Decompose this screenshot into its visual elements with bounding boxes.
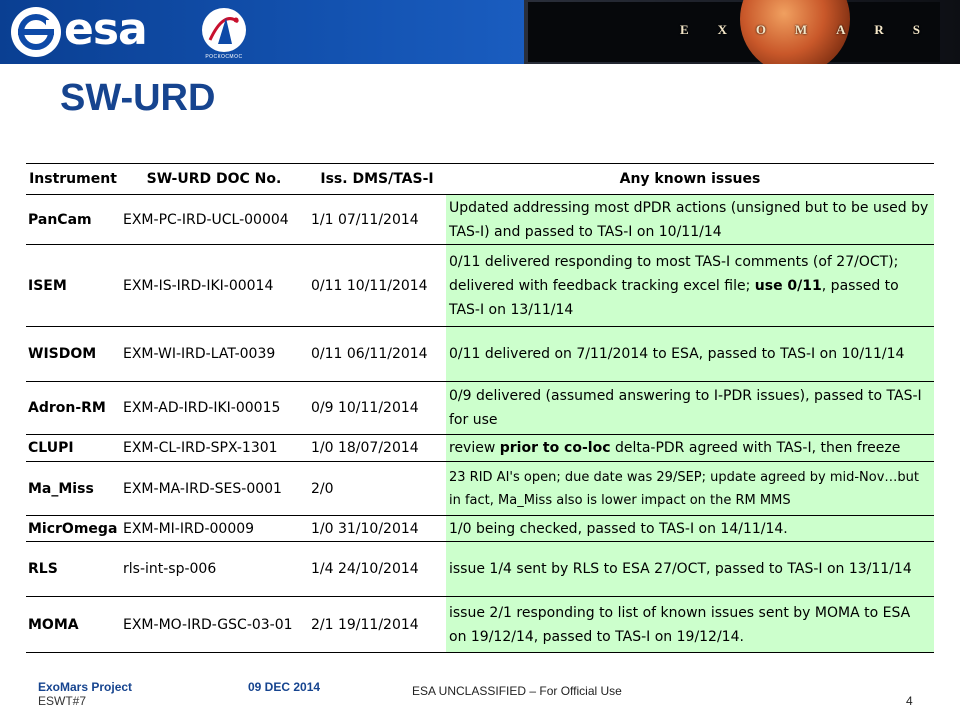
instrument-cell: PanCam bbox=[26, 194, 120, 245]
table-row: RLS rls-int-sp-006 1/4 24/10/2014 issue … bbox=[26, 541, 934, 597]
table-row: ISEM EXM-IS-IRD-IKI-00014 0/11 10/11/201… bbox=[26, 244, 934, 327]
doc-number-cell: EXM-MI-IRD-00009 bbox=[120, 515, 308, 542]
exomars-letter: S bbox=[912, 22, 920, 37]
page-number: 4 bbox=[906, 694, 913, 708]
sw-urd-table: Instrument SW-URD DOC No. Iss. DMS/TAS-I… bbox=[26, 163, 934, 653]
issue-date-cell: 0/9 10/11/2014 bbox=[308, 381, 446, 435]
issue-text: delta-PDR agreed with TAS-I, then freeze bbox=[610, 440, 901, 456]
instrument-cell: MOMA bbox=[26, 596, 120, 653]
known-issues-cell: 1/0 being checked, passed to TAS-I on 14… bbox=[446, 515, 934, 542]
exomars-letter: M bbox=[794, 22, 808, 37]
table-row: Adron-RM EXM-AD-IRD-IKI-00015 0/9 10/11/… bbox=[26, 381, 934, 435]
table-header-row: Instrument SW-URD DOC No. Iss. DMS/TAS-I… bbox=[26, 163, 934, 195]
table-row: PanCam EXM-PC-IRD-UCL-00004 1/1 07/11/20… bbox=[26, 194, 934, 245]
table-row: MicrOmega EXM-MI-IRD-00009 1/0 31/10/201… bbox=[26, 515, 934, 542]
table-row: MOMA EXM-MO-IRD-GSC-03-01 2/1 19/11/2014… bbox=[26, 596, 934, 653]
roscosmos-text: РОСКОСМОС bbox=[205, 54, 243, 60]
column-header-doc-no: SW-URD DOC No. bbox=[120, 163, 308, 195]
issue-date-cell: 2/1 19/11/2014 bbox=[308, 596, 446, 653]
exomars-letter: E bbox=[680, 22, 689, 37]
footer-date: 09 DEC 2014 bbox=[248, 680, 321, 694]
esa-logo-icon bbox=[11, 7, 61, 57]
issue-text-bold: prior to co-loc bbox=[499, 440, 611, 456]
issue-date-cell: 1/1 07/11/2014 bbox=[308, 194, 446, 245]
doc-number-cell: EXM-WI-IRD-LAT-0039 bbox=[120, 326, 308, 382]
known-issues-cell: issue 1/4 sent by RLS to ESA 27/OCT, pas… bbox=[446, 541, 934, 597]
column-header-issue: Iss. DMS/TAS-I bbox=[308, 163, 446, 195]
doc-number-cell: rls-int-sp-006 bbox=[120, 541, 308, 597]
roscosmos-logo-icon bbox=[202, 8, 246, 52]
instrument-cell: RLS bbox=[26, 541, 120, 597]
header-banner: esa РОСКОСМОС E X O M A R S bbox=[0, 0, 960, 64]
known-issues-cell: 23 RID AI's open; due date was 29/SEP; u… bbox=[446, 461, 934, 516]
issue-text-bold: use 0/11 bbox=[754, 277, 822, 294]
known-issues-cell: issue 2/1 responding to list of known is… bbox=[446, 596, 934, 653]
known-issues-cell: Updated addressing most dPDR actions (un… bbox=[446, 194, 934, 245]
issue-text: review bbox=[449, 440, 500, 456]
slide-title: SW-URD bbox=[60, 77, 216, 119]
known-issues-cell: review prior to co-loc delta-PDR agreed … bbox=[446, 434, 934, 462]
known-issues-cell: 0/11 delivered on 7/11/2014 to ESA, pass… bbox=[446, 326, 934, 382]
known-issues-cell: 0/11 delivered responding to most TAS-I … bbox=[446, 244, 934, 327]
instrument-cell: ISEM bbox=[26, 244, 120, 327]
column-header-instrument: Instrument bbox=[26, 163, 120, 195]
doc-number-cell: EXM-CL-IRD-SPX-1301 bbox=[120, 434, 308, 462]
issue-date-cell: 1/4 24/10/2014 bbox=[308, 541, 446, 597]
issue-date-cell: 1/0 31/10/2014 bbox=[308, 515, 446, 542]
exomars-wordmark: E X O M A R S bbox=[680, 22, 920, 48]
exomars-letter: R bbox=[874, 22, 884, 37]
instrument-cell: MicrOmega bbox=[26, 515, 120, 542]
issue-date-cell: 1/0 18/07/2014 bbox=[308, 434, 446, 462]
instrument-cell: WISDOM bbox=[26, 326, 120, 382]
instrument-cell: Adron-RM bbox=[26, 381, 120, 435]
doc-number-cell: EXM-PC-IRD-UCL-00004 bbox=[120, 194, 308, 245]
doc-number-cell: EXM-MA-IRD-SES-0001 bbox=[120, 461, 308, 516]
doc-number-cell: EXM-AD-IRD-IKI-00015 bbox=[120, 381, 308, 435]
doc-number-cell: EXM-IS-IRD-IKI-00014 bbox=[120, 244, 308, 327]
table-row: WISDOM EXM-WI-IRD-LAT-0039 0/11 06/11/20… bbox=[26, 326, 934, 382]
issue-date-cell: 0/11 10/11/2014 bbox=[308, 244, 446, 327]
footer-project: ExoMars Project bbox=[38, 680, 133, 694]
known-issues-cell: 0/9 delivered (assumed answering to I-PD… bbox=[446, 381, 934, 435]
exomars-letter: X bbox=[717, 22, 727, 37]
issue-date-cell: 0/11 06/11/2014 bbox=[308, 326, 446, 382]
footer-meeting: ESWT#7 bbox=[38, 694, 87, 708]
exomars-letter: O bbox=[755, 22, 766, 37]
instrument-cell: Ma_Miss bbox=[26, 461, 120, 516]
issue-date-cell: 2/0 bbox=[308, 461, 446, 516]
esa-wordmark: esa bbox=[64, 4, 148, 55]
doc-number-cell: EXM-MO-IRD-GSC-03-01 bbox=[120, 596, 308, 653]
column-header-known-issues: Any known issues bbox=[446, 163, 934, 195]
table-row: CLUPI EXM-CL-IRD-SPX-1301 1/0 18/07/2014… bbox=[26, 434, 934, 462]
footer-classification: ESA UNCLASSIFIED – For Official Use bbox=[412, 684, 622, 698]
table-row: Ma_Miss EXM-MA-IRD-SES-0001 2/0 23 RID A… bbox=[26, 461, 934, 516]
exomars-letter: A bbox=[836, 22, 846, 37]
instrument-cell: CLUPI bbox=[26, 434, 120, 462]
